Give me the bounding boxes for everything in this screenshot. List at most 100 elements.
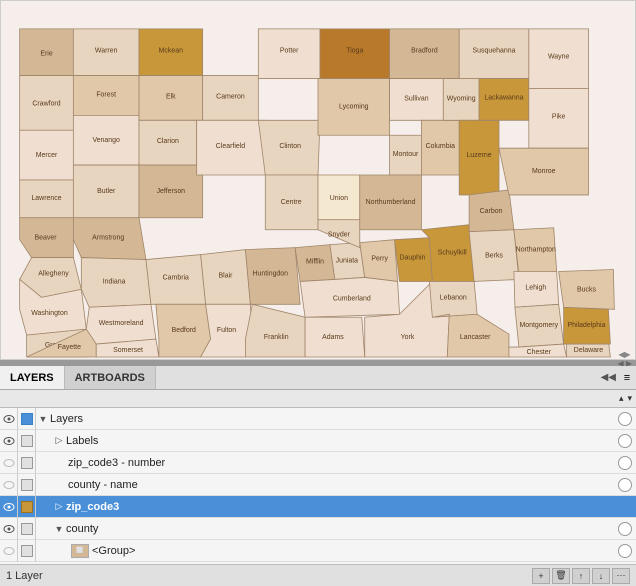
target-circle-zip-number[interactable] (618, 456, 632, 470)
panel-collapse-button[interactable]: ◀◀ (601, 372, 616, 383)
panel-header: LAYERS ARTBOARDS ◀◀ ≡ (0, 366, 636, 390)
lawrence-county (20, 180, 74, 218)
visibility-icon-county-name[interactable] (0, 474, 18, 496)
tioga-county (320, 29, 390, 79)
luzerne-county (459, 120, 499, 195)
berks-county (469, 230, 519, 282)
layer-row-zip-number[interactable]: zip_code3 - number (0, 452, 636, 474)
layer-name-zip-number: zip_code3 - number (68, 457, 614, 469)
layers-list: ▼ Layers ▷ Labels zip_co (0, 408, 636, 564)
panel-footer: 1 Layer + 🗑 ↑ ↓ ⋯ (0, 564, 636, 586)
expand-layers[interactable]: ▼ (36, 408, 50, 430)
cumberland-county (300, 277, 399, 317)
elk-county (139, 76, 203, 121)
monroe-county (499, 148, 589, 195)
layer-row-zip-code3[interactable]: ▷ zip_code3 (0, 496, 636, 518)
svg-text:◀▶: ◀▶ (618, 350, 631, 359)
color-box-labels (18, 430, 36, 452)
visibility-icon-county[interactable] (0, 518, 18, 540)
visibility-icon-zip-code3[interactable] (0, 496, 18, 518)
cameron-county (203, 76, 259, 121)
map-container: Erie Crawford Mercer Lawrence Beaver All… (0, 0, 636, 360)
layer-row-county-name[interactable]: county - name (0, 474, 636, 496)
philadelphia-county (564, 307, 611, 344)
options-button[interactable]: ⋯ (612, 568, 630, 584)
erie-county (20, 29, 74, 76)
color-box-group (18, 540, 36, 562)
footer-layer-count: 1 Layer (6, 570, 530, 582)
tab-artboards[interactable]: ARTBOARDS (65, 366, 156, 389)
adams-county (305, 317, 365, 357)
columbia-county (421, 120, 459, 175)
thumbnail-group: ⬜ (71, 544, 89, 558)
butler-county (73, 165, 139, 218)
susquehanna-county (459, 29, 529, 79)
expand-county[interactable]: ▼ (52, 518, 66, 540)
layer-row-group[interactable]: ⬜ <Group> (0, 540, 636, 562)
huntingdon-county (245, 248, 300, 305)
layer-row-layers[interactable]: ▼ Layers (0, 408, 636, 430)
target-circle-zip-code3[interactable] (618, 500, 632, 514)
expand-labels[interactable]: ▷ (52, 430, 66, 452)
visibility-icon-layers[interactable] (0, 408, 18, 430)
color-box-county (18, 518, 36, 540)
perry-county (360, 240, 398, 282)
target-circle-county[interactable] (618, 522, 632, 536)
centre-county (265, 175, 318, 230)
visibility-icon-group[interactable] (0, 540, 18, 562)
target-circle-group[interactable] (618, 544, 632, 558)
layer-row-labels[interactable]: ▷ Labels (0, 430, 636, 452)
move-selection-up-button[interactable]: ↑ (572, 568, 590, 584)
tab-layers[interactable]: LAYERS (0, 366, 65, 389)
warren-county (73, 29, 139, 76)
target-circle-labels[interactable] (618, 434, 632, 448)
beaver-county (20, 218, 74, 258)
cambria-county (146, 255, 206, 305)
layer-row-county[interactable]: ▼ county (0, 518, 636, 540)
visibility-icon-zip-number[interactable] (0, 452, 18, 474)
expand-zip-code3[interactable]: ▷ (52, 496, 66, 518)
lehigh-county (514, 271, 559, 307)
mifflin-county (295, 245, 335, 282)
indiana-county (81, 258, 151, 308)
clearfield-county (197, 120, 266, 175)
carbon-county (469, 190, 514, 232)
layer-name-group: <Group> (92, 545, 614, 557)
layer-name-zip-code3: zip_code3 (66, 501, 614, 513)
montgomery-county (515, 304, 564, 347)
panel-menu-button[interactable]: ≡ (620, 371, 634, 385)
target-circle-county-name[interactable] (618, 478, 632, 492)
blair-county (201, 250, 251, 305)
sullivan-county (390, 79, 444, 121)
layer-name-layers: Layers (50, 413, 614, 425)
wayne-county (529, 29, 589, 89)
mckean-county (139, 29, 203, 76)
lebanon-county (429, 281, 477, 317)
mercer-county (20, 130, 74, 180)
pennsylvania-map: Erie Crawford Mercer Lawrence Beaver All… (1, 1, 635, 359)
toolbar-option-1[interactable]: ▴ (619, 393, 624, 404)
crawford-county (20, 76, 74, 131)
new-layer-button[interactable]: + (532, 568, 550, 584)
visibility-icon-labels[interactable] (0, 430, 18, 452)
westmoreland-county (86, 304, 156, 344)
delete-layer-button[interactable]: 🗑 (552, 568, 570, 584)
jefferson-county (139, 165, 203, 218)
bradford-county (390, 29, 460, 79)
northampton-county (514, 228, 557, 275)
clarion-county (139, 120, 197, 165)
lackawanna-county (479, 79, 529, 121)
lycoming-county (318, 79, 390, 136)
venango-county (73, 115, 139, 165)
color-box-zip-code3 (18, 496, 36, 518)
union-county (318, 175, 360, 220)
northumberland-county (360, 175, 422, 230)
move-selection-down-button[interactable]: ↓ (592, 568, 610, 584)
target-circle-layers[interactable] (618, 412, 632, 426)
toolbar-option-2[interactable]: ▾ (627, 393, 632, 404)
potter-county (258, 29, 320, 79)
color-box-layers (18, 408, 36, 430)
layer-name-county-name: county - name (68, 479, 614, 491)
bucks-county (559, 270, 615, 310)
montour-county (390, 135, 422, 175)
